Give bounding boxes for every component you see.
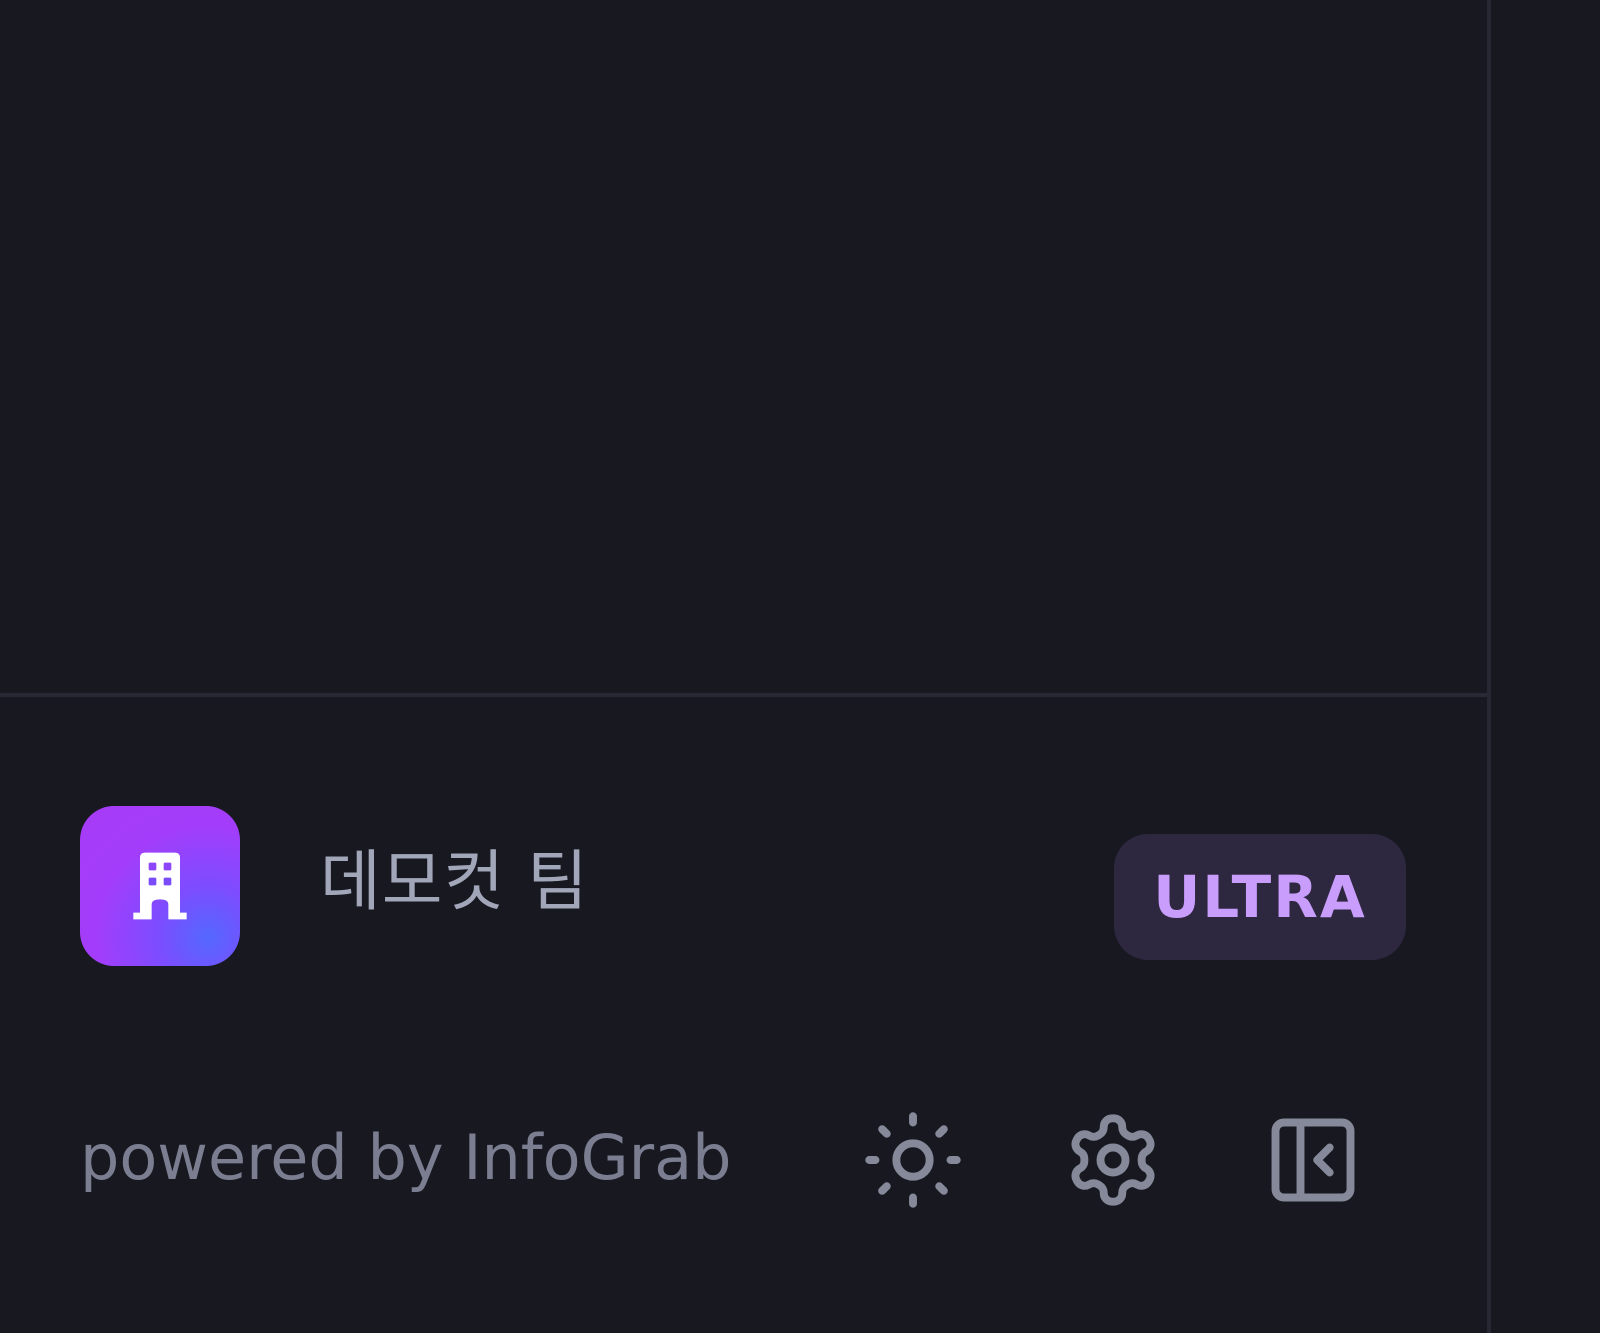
sun-icon <box>865 1112 961 1208</box>
collapse-sidebar-button[interactable] <box>1258 1105 1368 1215</box>
theme-toggle-button[interactable] <box>858 1105 968 1215</box>
powered-by-text: powered by InfoGrab <box>80 1121 732 1194</box>
sidebar-collapse-icon <box>1271 1118 1355 1202</box>
workspace-logo <box>80 806 240 966</box>
building-icon <box>133 852 187 920</box>
sidebar: 데모컷 팀 ULTRA powered by InfoGrab <box>0 0 1487 1333</box>
sidebar-footer: powered by InfoGrab <box>0 1105 1487 1215</box>
plan-badge: ULTRA <box>1114 834 1406 960</box>
main-content-area <box>1491 0 1600 1333</box>
workspace-switcher[interactable]: 데모컷 팀 ULTRA <box>0 806 1487 966</box>
settings-button[interactable] <box>1058 1105 1168 1215</box>
sidebar-divider <box>0 693 1487 697</box>
workspace-name: 데모컷 팀 <box>320 843 589 920</box>
gear-icon <box>1071 1114 1155 1206</box>
